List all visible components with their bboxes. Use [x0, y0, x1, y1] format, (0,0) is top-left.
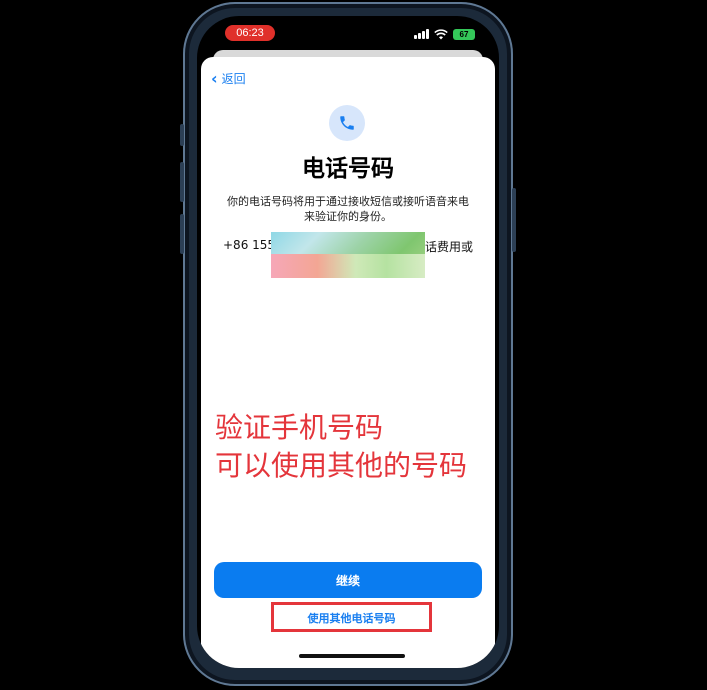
volume-down-button [180, 214, 184, 254]
annotation-line-1: 验证手机号码 [215, 411, 384, 444]
home-indicator[interactable] [299, 654, 405, 658]
cellular-signal-icon [414, 29, 429, 39]
power-button [512, 188, 516, 252]
annotation-text: 验证手机号码 可以使用其他的号码 [215, 409, 467, 485]
redacted-mosaic [271, 232, 425, 278]
volume-up-button [180, 162, 184, 202]
continue-button[interactable]: 继续 [214, 562, 482, 598]
page-title: 电话号码 [302, 156, 394, 182]
action-button [180, 124, 184, 146]
annotation-line-2: 可以使用其他的号码 [215, 449, 468, 482]
back-button[interactable]: ‹ 返回 [211, 70, 246, 87]
phone-number-prefix: +86 155 [223, 238, 276, 252]
wifi-icon [434, 28, 448, 39]
use-other-number-link[interactable]: 使用其他电话号码 [271, 610, 432, 626]
description-text: 你的电话号码将用于通过接收短信或接听语音来电来验证你的身份。 [227, 195, 469, 223]
verification-sheet: ‹ 返回 电话号码 你的电话号码将用于通过接收短信或接听语音来电来验证你的身份。… [201, 57, 495, 668]
dynamic-island [299, 23, 399, 47]
chevron-left-icon: ‹ [211, 68, 218, 88]
phone-icon [329, 105, 365, 141]
back-label: 返回 [221, 72, 246, 86]
phone-screen: 06:23 67 ‹ 返回 电话号码 你的电话号码将用于通过接收短信或接听语音来… [197, 16, 499, 668]
status-icons: 67 [414, 27, 475, 41]
status-time: 06:23 [225, 25, 275, 41]
status-bar: 06:23 67 [197, 16, 499, 50]
battery-icon: 67 [453, 28, 475, 40]
phone-number-suffix: 话费用或 [424, 240, 473, 254]
